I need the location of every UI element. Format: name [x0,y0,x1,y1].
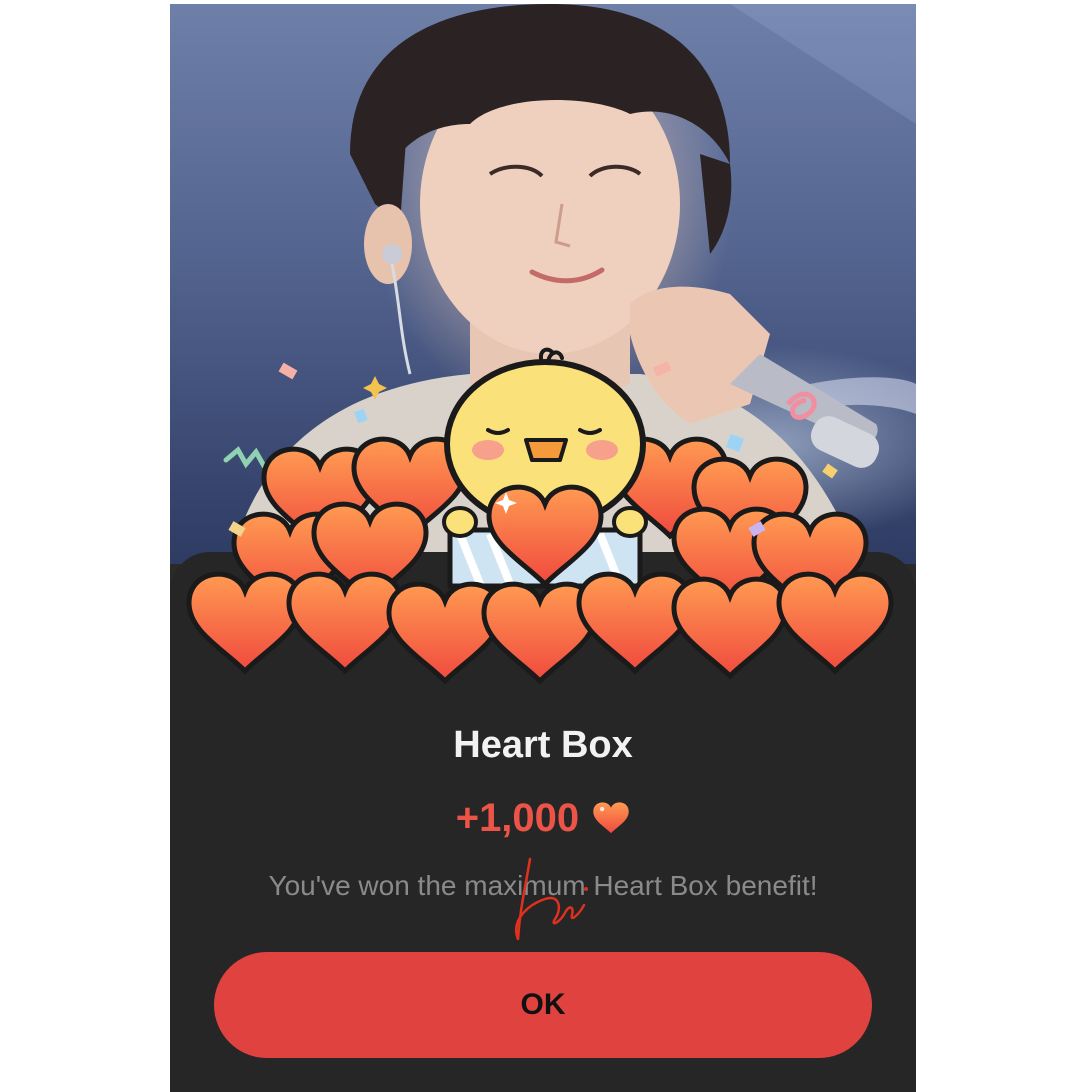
handwritten-signature [515,857,588,941]
heart-box-dialog-screen: Heart Box +1,000 You've won the maximum … [170,4,916,1092]
reward-amount: +1,000 [455,796,580,840]
heart-box-illustration [170,347,916,684]
dialog-title: Heart Box [453,724,633,766]
ok-button[interactable]: OK [214,952,872,1058]
heart-icon [593,802,630,834]
reward-amount-row: +1,000 [170,796,916,841]
